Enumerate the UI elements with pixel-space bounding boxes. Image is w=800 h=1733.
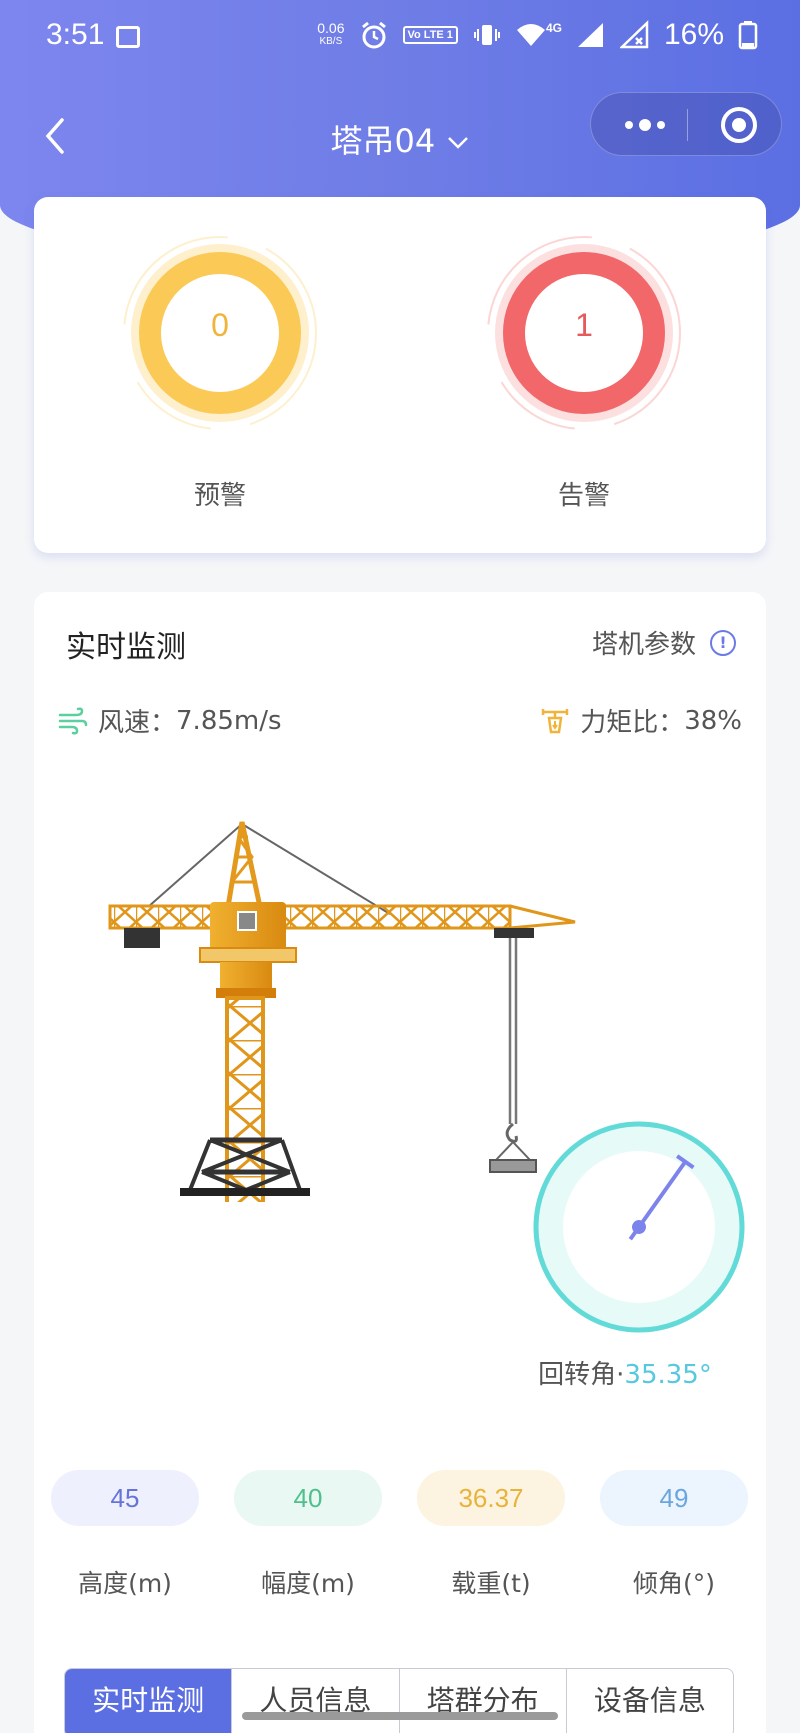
chevron-down-icon bbox=[448, 137, 469, 149]
image-notification-icon bbox=[116, 26, 140, 48]
status-bar: 3:51 0.06 KB/S Vo LTE 1 4G 16% bbox=[0, 0, 800, 78]
rotation-angle-value: 35.35° bbox=[624, 1360, 712, 1390]
rotation-angle: 回转角·35.35° bbox=[500, 1354, 750, 1391]
vibrate-icon bbox=[473, 25, 500, 45]
load-label: 载重(t) bbox=[451, 1569, 531, 1598]
alert-label: 告警 bbox=[557, 481, 610, 511]
warning-count: 0 bbox=[211, 307, 229, 343]
alert-count: 1 bbox=[575, 307, 593, 343]
battery-level: 16% bbox=[663, 18, 724, 51]
load-value-pill: 36.37 bbox=[417, 1470, 565, 1526]
info-icon: ! bbox=[710, 629, 736, 656]
tab-device-info[interactable]: 设备信息 bbox=[567, 1669, 733, 1733]
no-signal-icon bbox=[619, 20, 649, 49]
height-label: 高度(m) bbox=[78, 1569, 172, 1598]
network-speed: 0.06 KB/S bbox=[317, 20, 345, 48]
wind-icon bbox=[58, 707, 88, 734]
tab-crane-group[interactable]: 塔群分布 bbox=[400, 1669, 567, 1733]
network-speed-value: 0.06 bbox=[317, 20, 345, 36]
torque-ratio-value: 38% bbox=[684, 705, 742, 736]
torque-ratio-label: 力矩比： bbox=[580, 708, 685, 738]
crane-params-label: 塔机参数 bbox=[591, 630, 696, 660]
status-icons: 0.06 KB/S Vo LTE 1 4G 16% bbox=[317, 18, 758, 52]
realtime-monitor-card: 实时监测 塔机参数 ! 风速： 7.85m/s 力矩比： 38% 回转角·35.… bbox=[34, 592, 766, 1733]
tilt-value-pill: 49 bbox=[600, 1470, 748, 1526]
tower-crane-illustration bbox=[108, 821, 576, 1202]
wind-speed-value: 7.85m/s bbox=[176, 705, 282, 736]
tab-realtime-monitor[interactable]: 实时监测 bbox=[65, 1669, 233, 1733]
radius-value-pill: 40 bbox=[234, 1470, 382, 1526]
alarm-summary-card: 0 预警 1 告警 bbox=[34, 197, 766, 553]
close-target-icon[interactable] bbox=[719, 105, 759, 145]
height-value-pill: 45 bbox=[51, 1470, 199, 1526]
volte-icon: Vo LTE 1 bbox=[402, 26, 458, 44]
signal-type: 4G bbox=[545, 21, 562, 35]
status-time: 3:51 bbox=[46, 18, 105, 51]
mini-program-capsule bbox=[590, 92, 782, 156]
segment-tabs: 实时监测 人员信息 塔群分布 设备信息 bbox=[64, 1668, 734, 1733]
crane-params-link[interactable]: 塔机参数 ! bbox=[592, 624, 736, 661]
wind-speed: 风速： 7.85m/s bbox=[58, 702, 282, 739]
rotation-dial bbox=[533, 1121, 745, 1333]
more-options-icon[interactable] bbox=[615, 113, 675, 137]
crane-hook-icon bbox=[541, 708, 569, 733]
torque-ratio: 力矩比： 38% bbox=[540, 702, 742, 739]
crane-selector-label: 塔吊04 bbox=[330, 122, 436, 160]
wind-speed-label: 风速： bbox=[98, 708, 177, 738]
signal-icon bbox=[577, 23, 603, 47]
section-title: 实时监测 bbox=[66, 630, 186, 665]
wifi-icon bbox=[516, 24, 545, 46]
alarm-clock-icon bbox=[361, 21, 386, 49]
home-indicator[interactable] bbox=[242, 1712, 558, 1720]
rotation-angle-label: 回转角· bbox=[538, 1360, 625, 1390]
radius-label: 幅度(m) bbox=[261, 1569, 355, 1598]
tilt-label: 倾角(°) bbox=[632, 1569, 715, 1598]
navigation-bar: 塔吊04 bbox=[0, 88, 800, 184]
tab-personnel-info[interactable]: 人员信息 bbox=[232, 1669, 400, 1733]
warning-label: 预警 bbox=[193, 481, 246, 511]
capsule-divider bbox=[687, 109, 688, 141]
network-speed-unit: KB/S bbox=[319, 36, 343, 47]
battery-icon bbox=[738, 21, 758, 50]
